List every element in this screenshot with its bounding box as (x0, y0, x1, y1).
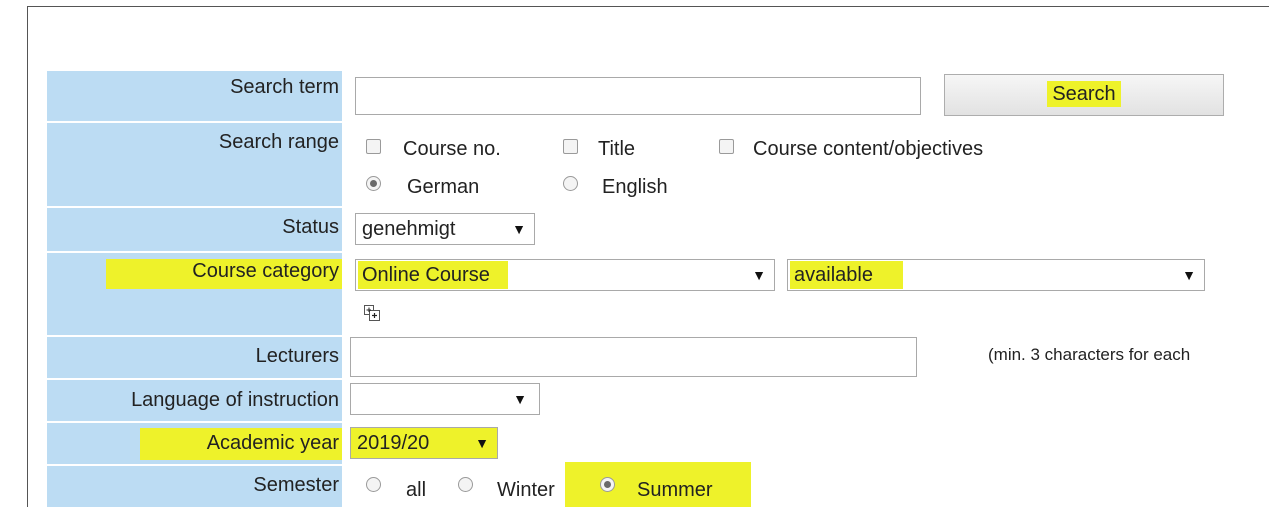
search-button[interactable]: Search (944, 74, 1224, 116)
english-label: English (602, 176, 668, 198)
lecturers-label: Lecturers (255, 345, 339, 367)
search-range-label: Search range (218, 131, 339, 153)
semester-summer-radio[interactable] (600, 477, 615, 492)
row-divider (47, 464, 342, 466)
search-term-input[interactable] (355, 77, 921, 115)
status-label: Status (282, 216, 339, 238)
chevron-down-icon: ▼ (475, 435, 489, 451)
row-divider (47, 378, 342, 380)
course-content-checkbox[interactable] (719, 139, 734, 154)
lecturers-input[interactable] (350, 337, 917, 377)
english-radio[interactable] (563, 176, 578, 191)
course-content-label: Course content/objectives (753, 138, 984, 160)
expand-plus-icon[interactable] (364, 305, 380, 321)
chevron-down-icon: ▼ (513, 391, 527, 407)
course-category-status-selected: available (790, 261, 903, 289)
chevron-down-icon: ▼ (1182, 267, 1196, 283)
german-label: German (407, 176, 480, 198)
language-of-instruction-select[interactable]: ▼ (350, 383, 540, 415)
course-no-checkbox[interactable] (366, 139, 381, 154)
academic-year-selected: 2019/20 (357, 432, 430, 454)
row-divider (47, 335, 342, 337)
course-category-selected: Online Course (358, 261, 508, 289)
row-divider (47, 206, 342, 208)
lecturers-hint: (min. 3 characters for each (988, 345, 1191, 364)
title-label: Title (598, 138, 636, 160)
semester-label: Semester (253, 474, 339, 496)
course-no-label: Course no. (403, 138, 501, 160)
course-category-status-select[interactable]: available ▼ (787, 259, 1205, 291)
chevron-down-icon: ▼ (752, 267, 766, 283)
german-radio[interactable] (366, 176, 381, 191)
search-term-label: Search term (230, 76, 339, 98)
semester-all-radio[interactable] (366, 477, 381, 492)
language-of-instruction-label: Language of instruction (131, 389, 339, 411)
course-category-label: Course category (192, 260, 339, 282)
semester-winter-label: Winter (497, 479, 555, 501)
row-divider (47, 121, 342, 123)
academic-year-label: Academic year (206, 432, 339, 454)
semester-all-label: all (406, 479, 427, 501)
title-checkbox[interactable] (563, 139, 578, 154)
status-selected: genehmigt (362, 218, 456, 240)
search-button-label: Search (1047, 81, 1121, 107)
chevron-down-icon: ▼ (512, 221, 526, 237)
academic-year-select[interactable]: 2019/20 ▼ (350, 427, 498, 459)
status-select[interactable]: genehmigt ▼ (355, 213, 535, 245)
semester-summer-label: Summer (637, 479, 713, 501)
semester-winter-radio[interactable] (458, 477, 473, 492)
row-divider (47, 421, 342, 423)
row-divider (47, 251, 342, 253)
course-category-select[interactable]: Online Course ▼ (355, 259, 775, 291)
